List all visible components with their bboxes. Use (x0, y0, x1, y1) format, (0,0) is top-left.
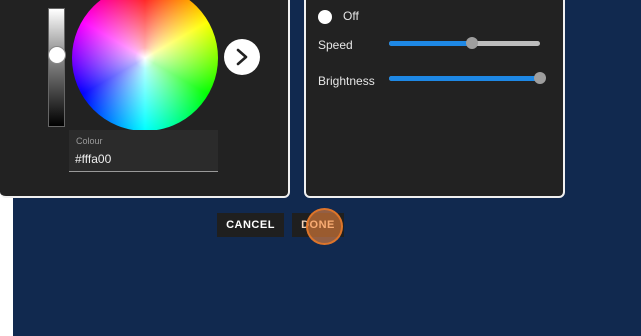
done-button[interactable]: DONE (292, 213, 344, 237)
next-button[interactable] (224, 39, 260, 75)
speed-slider-thumb[interactable] (466, 37, 479, 49)
brightness-slider[interactable] (389, 72, 546, 84)
brightness-slider-fill (389, 76, 540, 81)
brightness-shade-knob[interactable] (48, 46, 66, 64)
settings-panel (304, 0, 565, 198)
brightness-shade-slider[interactable] (48, 8, 65, 127)
chevron-right-icon (236, 48, 248, 66)
brightness-slider-thumb[interactable] (534, 72, 546, 84)
off-radio[interactable] (318, 10, 332, 24)
speed-slider-fill (389, 41, 473, 46)
speed-label: Speed (318, 38, 353, 52)
colour-field-label: Colour (76, 136, 103, 146)
colour-field[interactable]: Colour #fffa00 (69, 130, 218, 172)
cancel-button[interactable]: CANCEL (217, 213, 284, 237)
off-label: Off (343, 9, 359, 23)
speed-slider[interactable] (389, 37, 540, 49)
colour-field-value[interactable]: #fffa00 (75, 152, 111, 166)
brightness-label: Brightness (318, 74, 375, 88)
